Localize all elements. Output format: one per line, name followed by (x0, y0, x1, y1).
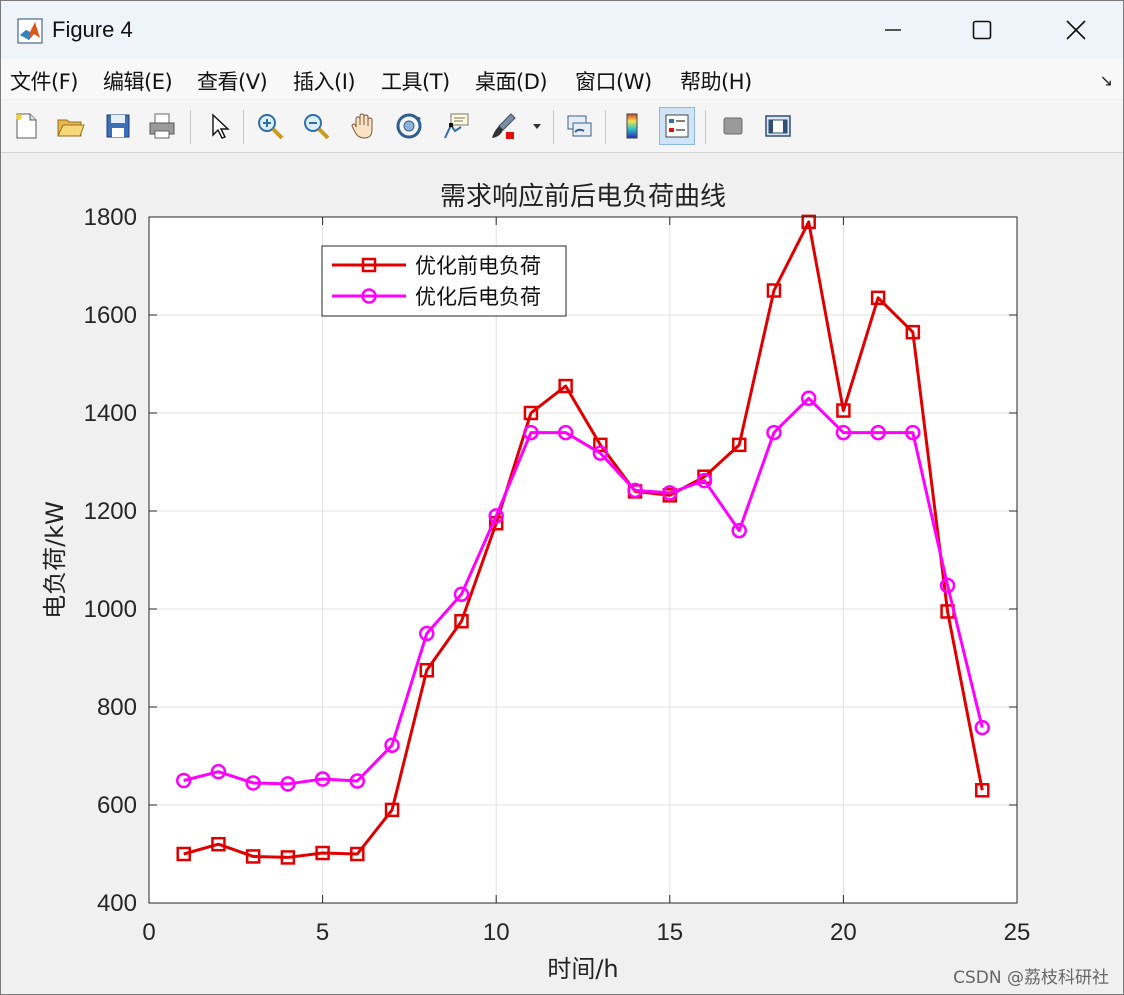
x-tick-label: 25 (1004, 919, 1031, 946)
legend[interactable]: 优化前电负荷优化后电负荷 (321, 245, 567, 317)
y-axis-label: 电负荷/kW (41, 501, 69, 619)
link-plot-icon[interactable] (561, 107, 597, 145)
colorbar-icon[interactable] (614, 107, 650, 145)
pointer-icon[interactable] (201, 107, 237, 145)
zoom-out-icon[interactable] (298, 107, 334, 145)
menu-view[interactable]: 查看(V) (197, 66, 268, 96)
y-tick-label: 1800 (84, 204, 137, 231)
figure-toolbar (1, 100, 1123, 153)
open-file-icon[interactable] (52, 107, 88, 145)
close-icon (1066, 20, 1086, 40)
matlab-logo-icon (17, 18, 43, 44)
menu-edit[interactable]: 编辑(E) (103, 66, 173, 96)
menu-window[interactable]: 窗口(W) (575, 66, 652, 96)
close-button[interactable] (1053, 9, 1099, 51)
x-tick-label: 15 (656, 919, 683, 946)
brush-dropdown-icon[interactable] (528, 107, 546, 145)
save-icon[interactable] (100, 107, 136, 145)
y-tick-label: 1200 (84, 498, 137, 525)
brush-icon[interactable] (485, 107, 521, 145)
menu-bar: 文件(F) 编辑(E) 查看(V) 插入(I) 工具(T) 桌面(D) 窗口(W… (1, 59, 1123, 99)
figure-canvas: 0 5 10 15 20 25 400 600 800 1000 1200 1400 1600 1800 … (1, 153, 1123, 994)
show-plot-tools-icon[interactable] (760, 107, 796, 145)
y-tick-label: 800 (97, 694, 137, 721)
x-tick-label: 20 (830, 919, 857, 946)
menu-help[interactable]: 帮助(H) (680, 66, 752, 96)
data-cursor-icon[interactable] (438, 107, 474, 145)
x-tick-label: 0 (142, 919, 155, 946)
y-tick-label: 1600 (84, 302, 137, 329)
x-axis-label: 时间/h (547, 955, 618, 983)
maximize-icon (972, 20, 992, 40)
new-figure-icon[interactable] (8, 107, 44, 145)
menu-file[interactable]: 文件(F) (10, 66, 78, 96)
y-tick-label: 600 (97, 792, 137, 819)
rotate-3d-icon[interactable] (391, 107, 427, 145)
menu-desktop[interactable]: 桌面(D) (475, 66, 548, 96)
legend-icon[interactable] (659, 107, 695, 145)
figure-window: Figure 4 文件(F) 编辑(E) 查看(V) 插入(I) 工具(T) 桌… (0, 0, 1124, 995)
legend-label: 优化前电负荷 (415, 254, 541, 278)
y-tick-label: 1000 (84, 596, 137, 623)
minimize-button[interactable] (870, 9, 916, 51)
x-tick-label: 10 (483, 919, 510, 946)
line-chart[interactable]: 0 5 10 15 20 2540060080010001200140016001800 … (1, 153, 1123, 994)
hide-plot-tools-icon[interactable] (715, 107, 751, 145)
axes-background (149, 217, 1017, 903)
chart-title: 需求响应前后电负荷曲线 (440, 182, 726, 212)
print-icon[interactable] (144, 107, 180, 145)
pan-hand-icon[interactable] (345, 107, 381, 145)
window-title: Figure 4 (52, 17, 133, 42)
title-bar: Figure 4 (1, 1, 1123, 59)
menu-insert[interactable]: 插入(I) (293, 66, 356, 96)
maximize-button[interactable] (959, 9, 1005, 51)
y-tick-label: 400 (97, 890, 137, 917)
minimize-icon (885, 29, 901, 31)
dock-arrow-icon[interactable]: ↘ (1100, 71, 1113, 90)
menu-tools[interactable]: 工具(T) (381, 66, 450, 96)
zoom-in-icon[interactable] (252, 107, 288, 145)
legend-label: 优化后电负荷 (415, 285, 541, 309)
watermark: CSDN @荔枝科研社 (953, 968, 1109, 988)
y-tick-label: 1400 (84, 400, 137, 427)
x-tick-label: 5 (316, 919, 329, 946)
